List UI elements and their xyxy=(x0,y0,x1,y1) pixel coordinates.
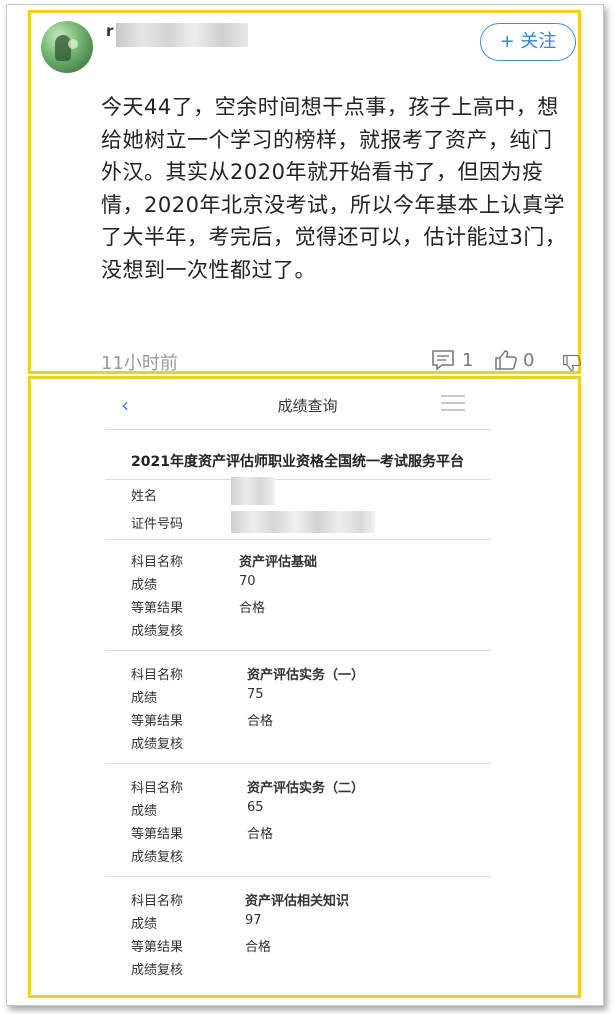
follow-button[interactable]: + 关注 xyxy=(480,23,576,61)
divider xyxy=(105,650,491,651)
review-link[interactable]: 成绩复核 xyxy=(131,620,183,639)
avatar-figure xyxy=(55,35,71,61)
score-result-panel: ‹ 成绩查询 2021年度资产评估师职业资格全国统一考试服务平台 姓名 证件号码… xyxy=(28,376,581,998)
grade-value: 合格 xyxy=(247,714,274,729)
menu-icon[interactable] xyxy=(441,395,465,416)
score-value: 65 xyxy=(247,800,264,815)
avatar[interactable] xyxy=(41,21,93,73)
name-redacted xyxy=(231,477,275,505)
grade-value: 合格 xyxy=(247,827,274,842)
review-link[interactable]: 成绩复核 xyxy=(131,846,183,865)
username[interactable]: r xyxy=(106,22,113,40)
comment-count: 1 xyxy=(462,349,474,371)
review-link[interactable]: 成绩复核 xyxy=(131,733,183,752)
id-label: 证件号码 xyxy=(131,517,184,532)
subject-label: 科目名称 xyxy=(131,781,184,796)
divider xyxy=(105,876,491,877)
score-value: 97 xyxy=(245,913,262,928)
like-count: 0 xyxy=(523,349,535,371)
score-label: 成绩 xyxy=(131,917,158,932)
subject-label: 科目名称 xyxy=(131,668,184,683)
comment-button[interactable]: 1 xyxy=(431,349,473,371)
avatar-highlight xyxy=(68,39,78,49)
subject-label: 科目名称 xyxy=(131,555,184,570)
thumbs-up-icon xyxy=(495,350,517,370)
post-panel: r + 关注 今天44了，空余时间想干点事，孩子上高中，想给她树立一个学习的榜样… xyxy=(28,10,582,374)
subject-name: 资产评估基础 xyxy=(239,555,318,570)
grade-value: 合格 xyxy=(245,940,272,955)
post-timestamp: 11小时前 xyxy=(101,353,178,374)
nav-title: 成绩查询 xyxy=(277,397,338,415)
id-redacted xyxy=(231,511,375,533)
platform-title: 2021年度资产评估师职业资格全国统一考试服务平台 xyxy=(131,454,464,470)
divider xyxy=(105,429,491,430)
comment-icon xyxy=(432,350,454,371)
post-body: 今天44了，空余时间想干点事，孩子上高中，想给她树立一个学习的榜样，就报考了资产… xyxy=(101,95,567,282)
score-value: 70 xyxy=(239,574,256,589)
like-button[interactable]: 0 xyxy=(494,349,534,371)
grade-label: 等第结果 xyxy=(131,601,184,616)
subject-label: 科目名称 xyxy=(131,894,184,909)
grade-label: 等第结果 xyxy=(131,827,184,842)
score-label: 成绩 xyxy=(131,691,158,706)
subject-name: 资产评估实务（一） xyxy=(247,668,365,683)
divider xyxy=(105,763,491,764)
score-label: 成绩 xyxy=(131,804,158,819)
grade-label: 等第结果 xyxy=(131,714,184,729)
grade-label: 等第结果 xyxy=(131,940,184,955)
score-label: 成绩 xyxy=(131,578,158,593)
thumbs-down-icon[interactable] xyxy=(562,353,582,373)
divider xyxy=(105,479,491,480)
name-label: 姓名 xyxy=(131,489,158,504)
divider xyxy=(105,539,491,540)
username-redacted xyxy=(116,23,248,47)
subject-name: 资产评估相关知识 xyxy=(245,894,350,909)
grade-value: 合格 xyxy=(239,601,266,616)
subject-name: 资产评估实务（二） xyxy=(247,781,365,796)
score-value: 75 xyxy=(247,687,264,702)
review-link[interactable]: 成绩复核 xyxy=(131,959,183,978)
